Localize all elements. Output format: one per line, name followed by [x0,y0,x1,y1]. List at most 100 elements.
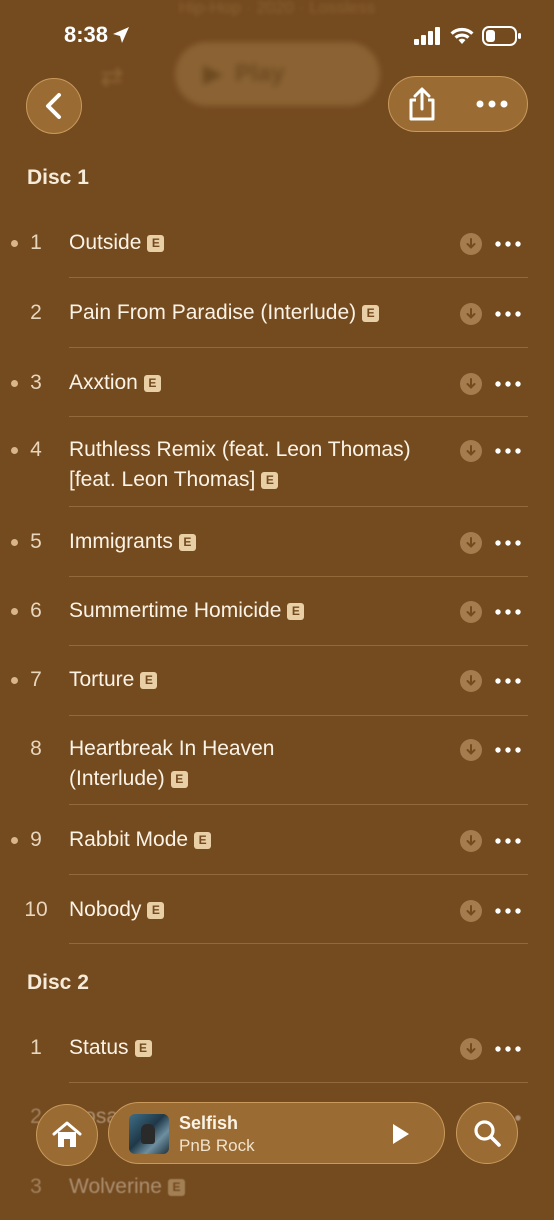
explicit-badge: E [362,305,380,322]
track-more-button[interactable] [495,900,521,922]
track-more-button[interactable] [495,1038,521,1060]
track-row[interactable]: 2 Pain From Paradise (Interlude) E [0,294,554,346]
download-icon[interactable] [460,601,482,623]
track-row[interactable]: 4 Ruthless Remix (feat. Leon Thomas) [fe… [0,432,554,504]
track-title-text: Immigrants [69,530,173,553]
divider [69,576,528,577]
disc-header: Disc 2 [27,971,89,994]
explicit-badge: E [287,603,305,620]
track-number: 1 [30,1036,42,1059]
location-arrow-icon [113,27,130,43]
mini-player[interactable]: Selfish PnB Rock [108,1102,445,1164]
track-title: Ruthless Remix (feat. Leon Thomas) [feat… [69,435,429,495]
download-icon[interactable] [460,303,482,325]
play-icon[interactable] [387,1121,413,1147]
track-row[interactable]: 8 Heartbreak In Heaven (Interlude) E [0,731,554,803]
downloaded-dot-icon [11,539,18,546]
track-title-text: Status [69,1036,129,1059]
track-more-button[interactable] [495,303,521,325]
divider [69,943,528,944]
track-title: Axxtion E [69,368,429,398]
track-more-button[interactable] [495,739,521,761]
divider [69,277,528,278]
explicit-badge: E [167,1179,185,1196]
downloaded-dot-icon [11,380,18,387]
track-title: Pain From Paradise (Interlude) E [69,298,429,328]
cellular-signal-icon [414,27,440,45]
download-icon[interactable] [460,830,482,852]
track-more-button[interactable] [495,532,521,554]
explicit-badge: E [134,1040,152,1057]
track-title-text: Outside [69,231,142,254]
track-more-button[interactable] [495,670,521,692]
home-button[interactable] [36,1104,98,1166]
download-icon[interactable] [460,670,482,692]
track-number: 6 [30,599,42,622]
search-button[interactable] [456,1102,518,1164]
divider [69,804,528,805]
track-title: Summertime Homicide E [69,596,429,626]
explicit-badge: E [261,472,279,489]
track-more-button[interactable] [495,233,521,255]
chevron-left-icon [46,93,61,119]
track-row[interactable]: 7 Torture E [0,661,554,713]
track-row[interactable]: 3 Axxtion E [0,364,554,416]
share-button[interactable] [399,81,445,127]
status-time: 8:38 [64,22,130,48]
status-indicators [414,26,522,46]
ellipsis-icon [495,311,521,317]
ellipsis-icon [495,838,521,844]
download-icon[interactable] [460,532,482,554]
track-row[interactable]: 9 Rabbit Mode E [0,821,554,873]
now-playing-title: Selfish [179,1113,239,1133]
track-more-button[interactable] [495,601,521,623]
divider [69,416,528,417]
home-icon [52,1121,82,1147]
track-title-text: Wolverine [69,1175,162,1198]
track-row[interactable]: 6 Summertime Homicide E [0,592,554,644]
track-title: Heartbreak In Heaven (Interlude) E [69,734,369,794]
download-icon[interactable] [460,373,482,395]
downloaded-dot-icon [11,447,18,454]
explicit-badge: E [143,375,161,392]
battery-icon [482,26,521,46]
track-title: Outside E [69,228,429,258]
track-number: 2 [30,301,42,324]
track-more-button[interactable] [495,373,521,395]
track-number: 3 [30,1175,42,1198]
explicit-badge: E [194,832,212,849]
track-row[interactable]: 5 Immigrants E [0,523,554,575]
track-more-button[interactable] [495,440,521,462]
download-icon[interactable] [460,1038,482,1060]
download-icon[interactable] [460,233,482,255]
track-number: 8 [30,737,42,760]
back-button[interactable] [26,78,82,134]
download-icon[interactable] [460,440,482,462]
track-more-button[interactable] [495,830,521,852]
track-title: Nobody E [69,895,429,925]
album-subtitle: Hip-Hop · 2020 · Lossless [178,0,376,17]
track-row[interactable]: 1 Status E [0,1029,554,1081]
track-row[interactable]: 10 Nobody E [0,891,554,943]
ellipsis-icon [495,908,521,914]
track-row[interactable]: 3 Wolverine E [0,1168,554,1220]
track-title: Wolverine E [69,1172,429,1202]
play-label: Play [235,60,285,87]
more-options-button[interactable] [469,81,515,127]
ellipsis-icon [495,609,521,615]
ellipsis-icon [495,448,521,454]
download-icon[interactable] [460,739,482,761]
wifi-icon [450,27,474,44]
ellipsis-icon [495,747,521,753]
track-title: Rabbit Mode E [69,825,429,855]
action-pill [388,76,528,132]
track-title-text: Summertime Homicide [69,599,282,622]
shuffle-icon: ⇄ [100,61,124,92]
downloaded-dot-icon [11,240,18,247]
explicit-badge: E [147,235,165,252]
disc-header: Disc 1 [27,166,89,189]
search-icon [474,1120,501,1147]
download-icon[interactable] [460,900,482,922]
track-title-text: Rabbit Mode [69,828,189,851]
track-row[interactable]: 1 Outside E [0,224,554,276]
